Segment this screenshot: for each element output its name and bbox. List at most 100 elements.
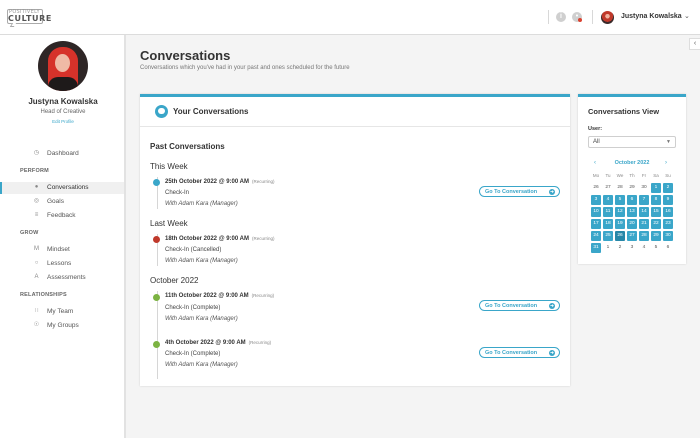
go-to-conversation-button[interactable]: Go To Conversation ➜	[479, 300, 560, 311]
recurring-tag: (Recurring)	[252, 179, 275, 184]
chat-icon: ●	[34, 184, 39, 190]
calendar-day[interactable]: 29	[650, 230, 662, 242]
calendar-day[interactable]: 31	[590, 242, 602, 254]
calendar-weekday: Mo	[592, 173, 600, 178]
divider	[548, 10, 549, 24]
status-dot	[153, 294, 160, 301]
calendar-day[interactable]: 17	[590, 218, 602, 230]
user-menu-name[interactable]: Justyna Kowalska	[621, 13, 682, 20]
calendar-day[interactable]: 23	[662, 218, 674, 230]
card-title: Your Conversations	[173, 107, 249, 116]
calendar-day[interactable]: 18	[602, 218, 614, 230]
chat-bubble-icon	[155, 105, 168, 118]
sidebar-item-conversations[interactable]: ● Conversations	[0, 182, 124, 194]
calendar-day[interactable]: 27	[626, 230, 638, 242]
calendar-day[interactable]: 2	[614, 242, 626, 254]
calendar-day[interactable]: 2	[662, 182, 674, 194]
calendar-day[interactable]: 11	[602, 206, 614, 218]
calendar-day[interactable]: 10	[590, 206, 602, 218]
calendar-day[interactable]: 30	[638, 182, 650, 194]
sidebar-item-assessments[interactable]: A Assessments	[0, 272, 124, 284]
calendar-day[interactable]: 6	[662, 242, 674, 254]
calendar-day[interactable]: 29	[626, 182, 638, 194]
calendar-weekday: Fr	[641, 173, 647, 178]
edit-profile-link[interactable]: Edit Profile	[0, 119, 126, 124]
info-icon[interactable]: i	[556, 12, 566, 22]
calendar-day[interactable]: 4	[638, 242, 650, 254]
calendar-weekday: Sa	[653, 173, 659, 178]
go-to-conversation-button[interactable]: Go To Conversation ➜	[479, 347, 560, 358]
status-dot	[153, 179, 160, 186]
calendar-day[interactable]: 1	[650, 182, 662, 194]
arrow-right-icon: ➜	[549, 350, 555, 356]
page-subtitle: Conversations which you've had in your p…	[140, 65, 350, 71]
assessments-icon: A	[34, 274, 39, 280]
calendar-day[interactable]: 30	[662, 230, 674, 242]
nav-section-relationships: RELATIONSHIPS	[20, 292, 67, 298]
sidebar-item-dashboard[interactable]: ◷ Dashboard	[0, 148, 124, 160]
sidebar-item-feedback[interactable]: ≡ Feedback	[0, 210, 124, 222]
conversation-participant: With Adam Kara (Manager)	[165, 316, 238, 322]
calendar-grid: Mo Tu We Th Fr Sa Su 26 27 28 29 30 1 2 3 4 5 6 7 8 9 10 11 12 1…	[590, 170, 674, 254]
conversation-participant: With Adam Kara (Manager)	[165, 362, 238, 368]
calendar-day[interactable]: 6	[626, 194, 638, 206]
sidebar-item-mindset[interactable]: M Mindset	[0, 244, 124, 256]
sidebar-item-my-team[interactable]: ∷ My Team	[0, 306, 124, 318]
sidebar-item-my-groups[interactable]: ☉ My Groups	[0, 320, 124, 332]
calendar-day[interactable]: 12	[614, 206, 626, 218]
calendar-day[interactable]: 28	[638, 230, 650, 242]
conversation-date[interactable]: 18th October 2022 @ 9:00 AM (Recurring)	[165, 236, 275, 242]
calendar-day[interactable]: 15	[650, 206, 662, 218]
calendar-day[interactable]: 21	[638, 218, 650, 230]
lessons-icon: ○	[34, 260, 39, 266]
calendar-day[interactable]: 26	[590, 182, 602, 194]
calendar-next-icon[interactable]: ›	[665, 160, 667, 166]
status-dot	[153, 341, 160, 348]
calendar-day[interactable]: 22	[650, 218, 662, 230]
brand-logo[interactable]: POSITIVELY CULTURE	[7, 9, 51, 27]
mindset-icon: M	[34, 246, 39, 252]
calendar-day[interactable]: 7	[638, 194, 650, 206]
calendar-day[interactable]: 27	[602, 182, 614, 194]
chevron-down-icon[interactable]: ⌄	[684, 12, 690, 20]
calendar-day[interactable]: 19	[614, 218, 626, 230]
timeline-line	[157, 291, 158, 379]
calendar-day[interactable]: 3	[590, 194, 602, 206]
calendar-weekday: Th	[629, 173, 635, 178]
recurring-tag: (Recurring)	[251, 293, 275, 298]
target-icon: ◎	[33, 198, 40, 204]
sidebar-item-goals[interactable]: ◎ Goals	[0, 196, 124, 208]
calendar-day[interactable]: 8	[650, 194, 662, 206]
conversation-date[interactable]: 25th October 2022 @ 9:00 AM (Recurring)	[165, 179, 275, 185]
recurring-tag: (Recurring)	[252, 236, 275, 241]
panel-title: Conversations View	[588, 107, 660, 116]
calendar-day[interactable]: 20	[626, 218, 638, 230]
calendar-day[interactable]: 28	[614, 182, 626, 194]
conversation-date[interactable]: 4th October 2022 @ 9:00 AM (Recurring)	[165, 340, 271, 346]
go-to-conversation-button[interactable]: Go To Conversation ➜	[479, 186, 560, 197]
user-select-value: All	[593, 139, 600, 145]
calendar-day[interactable]: 16	[662, 206, 674, 218]
calendar-day[interactable]: 5	[650, 242, 662, 254]
calendar-day[interactable]: 9	[662, 194, 674, 206]
calendar-day[interactable]: 1	[602, 242, 614, 254]
calendar-day[interactable]: 13	[626, 206, 638, 218]
calendar-day[interactable]: 24	[590, 230, 602, 242]
profile-photo	[38, 41, 88, 91]
sidebar-item-lessons[interactable]: ○ Lessons	[0, 258, 124, 270]
calendar-day[interactable]: 25	[602, 230, 614, 242]
calendar-day[interactable]: 14	[638, 206, 650, 218]
sidebar-item-label: Assessments	[47, 274, 86, 281]
sidebar-item-label: Conversations	[47, 184, 89, 191]
conversation-type: Check-In	[165, 190, 190, 196]
calendar-day[interactable]: 26	[614, 230, 626, 242]
conversation-date[interactable]: 11th October 2022 @ 9:00 AM (Recurring)	[165, 293, 274, 299]
calendar-day[interactable]: 5	[614, 194, 626, 206]
past-conversations-heading: Past Conversations	[150, 142, 225, 151]
group-title: October 2022	[150, 276, 199, 285]
calendar-day[interactable]: 3	[626, 242, 638, 254]
collapse-panel-icon[interactable]: ‹	[689, 38, 700, 50]
user-select[interactable]: All ▼	[588, 136, 676, 148]
avatar[interactable]	[601, 11, 614, 24]
calendar-day[interactable]: 4	[602, 194, 614, 206]
